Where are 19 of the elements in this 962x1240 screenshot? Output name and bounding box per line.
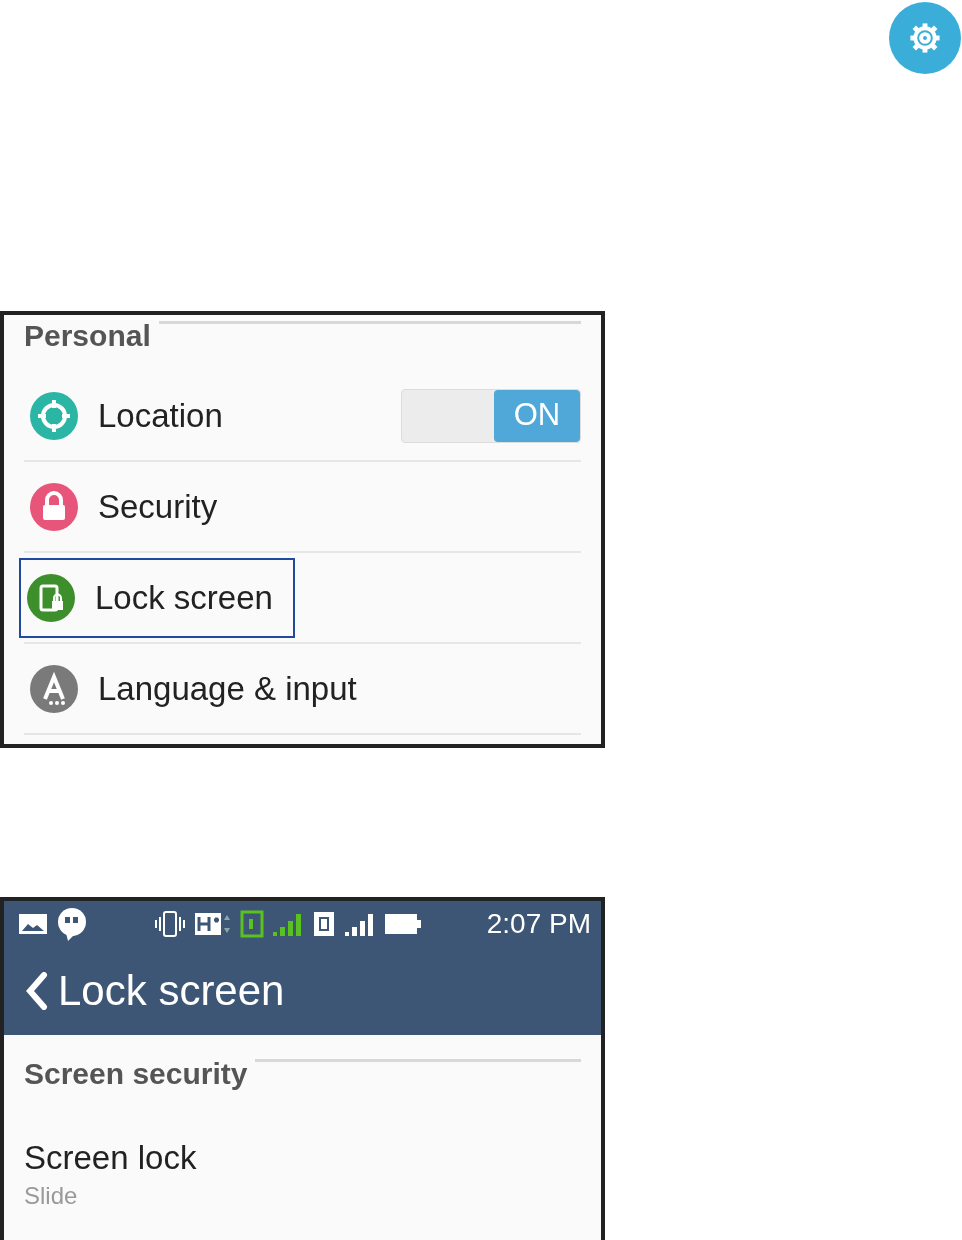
sim-card-icon xyxy=(240,910,264,938)
back-chevron-icon xyxy=(26,972,48,1010)
signal-icon xyxy=(272,911,304,937)
settings-item[interactable]: Security xyxy=(24,468,238,545)
clock-text: 2:07 PM xyxy=(486,910,591,938)
signal-icon xyxy=(344,911,376,937)
settings-icon xyxy=(889,2,961,74)
settings-item[interactable]: Location xyxy=(24,377,243,454)
chat-bubble-icon xyxy=(56,907,88,941)
settings-item[interactable]: Lock screen xyxy=(21,559,293,636)
section-title: Screen security xyxy=(24,1059,248,1089)
settings-item[interactable]: Language & input xyxy=(24,650,377,727)
sim-card-icon xyxy=(312,910,336,938)
battery-icon xyxy=(384,912,422,936)
vibrate-icon xyxy=(154,911,186,937)
section-title: Personal xyxy=(24,321,151,351)
network-type-icon xyxy=(194,911,232,937)
settings-item[interactable]: Screen lock Slide xyxy=(24,1107,197,1208)
image-icon xyxy=(18,912,48,936)
